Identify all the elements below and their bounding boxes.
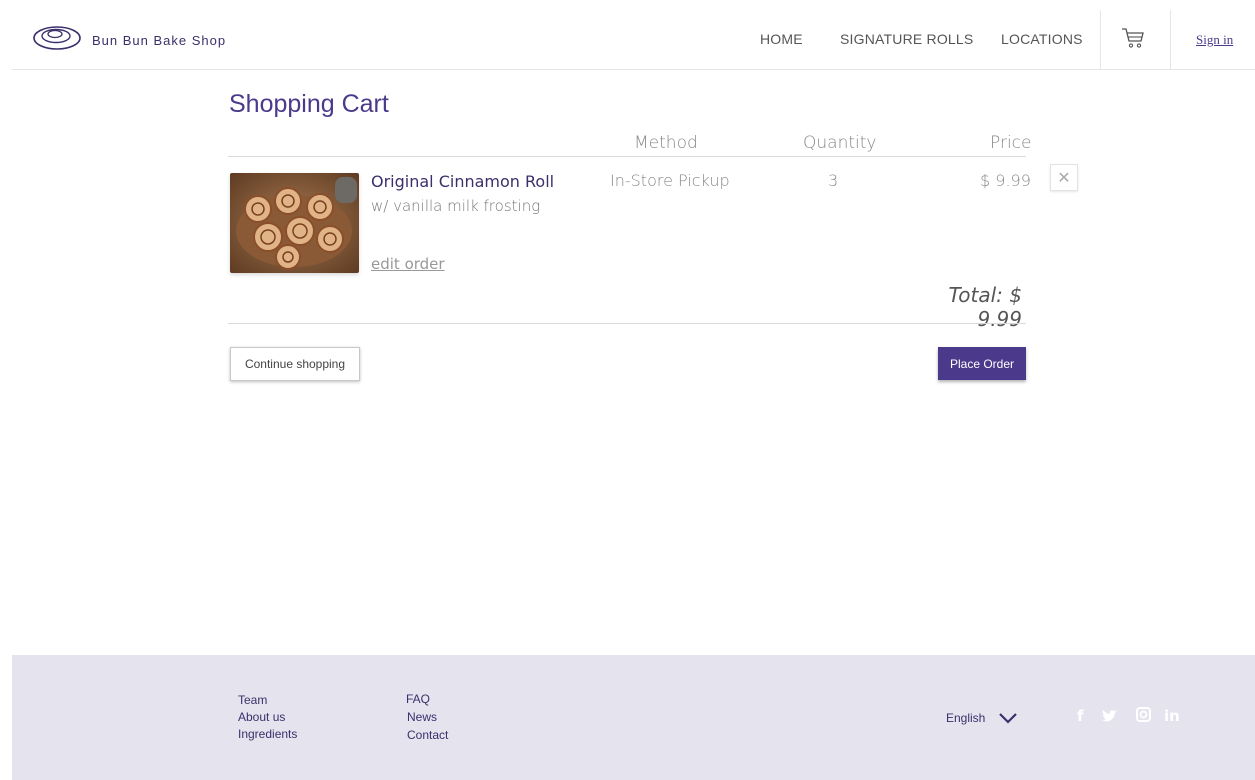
footer-link-contact[interactable]: Contact [407,728,448,742]
signin-link[interactable]: Sign in [1196,32,1233,48]
place-order-button[interactable]: Place Order [938,347,1026,380]
continue-shopping-button[interactable]: Continue shopping [230,347,360,381]
total-label: Total: [948,283,1003,307]
nav-locations[interactable]: LOCATIONS [1001,31,1083,47]
total-divider [228,323,1026,324]
instagram-icon[interactable] [1136,707,1151,726]
edit-order-link[interactable]: edit order [371,255,445,273]
footer-link-ingredients[interactable]: Ingredients [238,727,297,741]
language-select[interactable]: English [946,711,985,725]
facebook-icon[interactable]: f [1077,707,1084,725]
nav-signature-rolls[interactable]: SIGNATURE ROLLS [840,31,973,47]
column-header-price: Price [990,133,1032,153]
linkedin-icon[interactable]: in [1164,707,1180,725]
brand-name[interactable]: Bun Bun Bake Shop [92,33,226,48]
product-image [230,173,359,273]
item-price: $ 9.99 [980,171,1031,190]
cart-icon[interactable] [1120,26,1146,55]
column-header-method: Method [634,133,698,153]
logo-icon[interactable] [32,22,82,52]
footer-link-about[interactable]: About us [238,710,285,724]
nav-divider [1100,10,1101,69]
header-divider [228,156,1026,157]
site-header: Bun Bun Bake Shop HOME SIGNATURE ROLLS L… [12,0,1255,70]
product-subtitle: w/ vanilla milk frosting [371,197,541,215]
twitter-icon[interactable] [1102,709,1118,727]
nav-divider [1170,10,1171,69]
footer-link-news[interactable]: News [407,710,437,724]
nav-home[interactable]: HOME [760,31,803,47]
footer-link-team[interactable]: Team [238,693,267,707]
close-icon: ✕ [1057,169,1071,187]
site-footer: Team About us Ingredients FAQ News Conta… [12,655,1255,780]
chevron-down-icon[interactable] [998,711,1018,729]
product-name[interactable]: Original Cinnamon Roll [371,172,554,191]
item-method: In-Store Pickup [610,171,730,190]
column-header-quantity: Quantity [803,133,877,153]
footer-link-faq[interactable]: FAQ [406,692,430,706]
remove-item-button[interactable]: ✕ [1050,164,1078,191]
item-quantity: 3 [828,171,839,190]
page-title: Shopping Cart [229,90,389,118]
